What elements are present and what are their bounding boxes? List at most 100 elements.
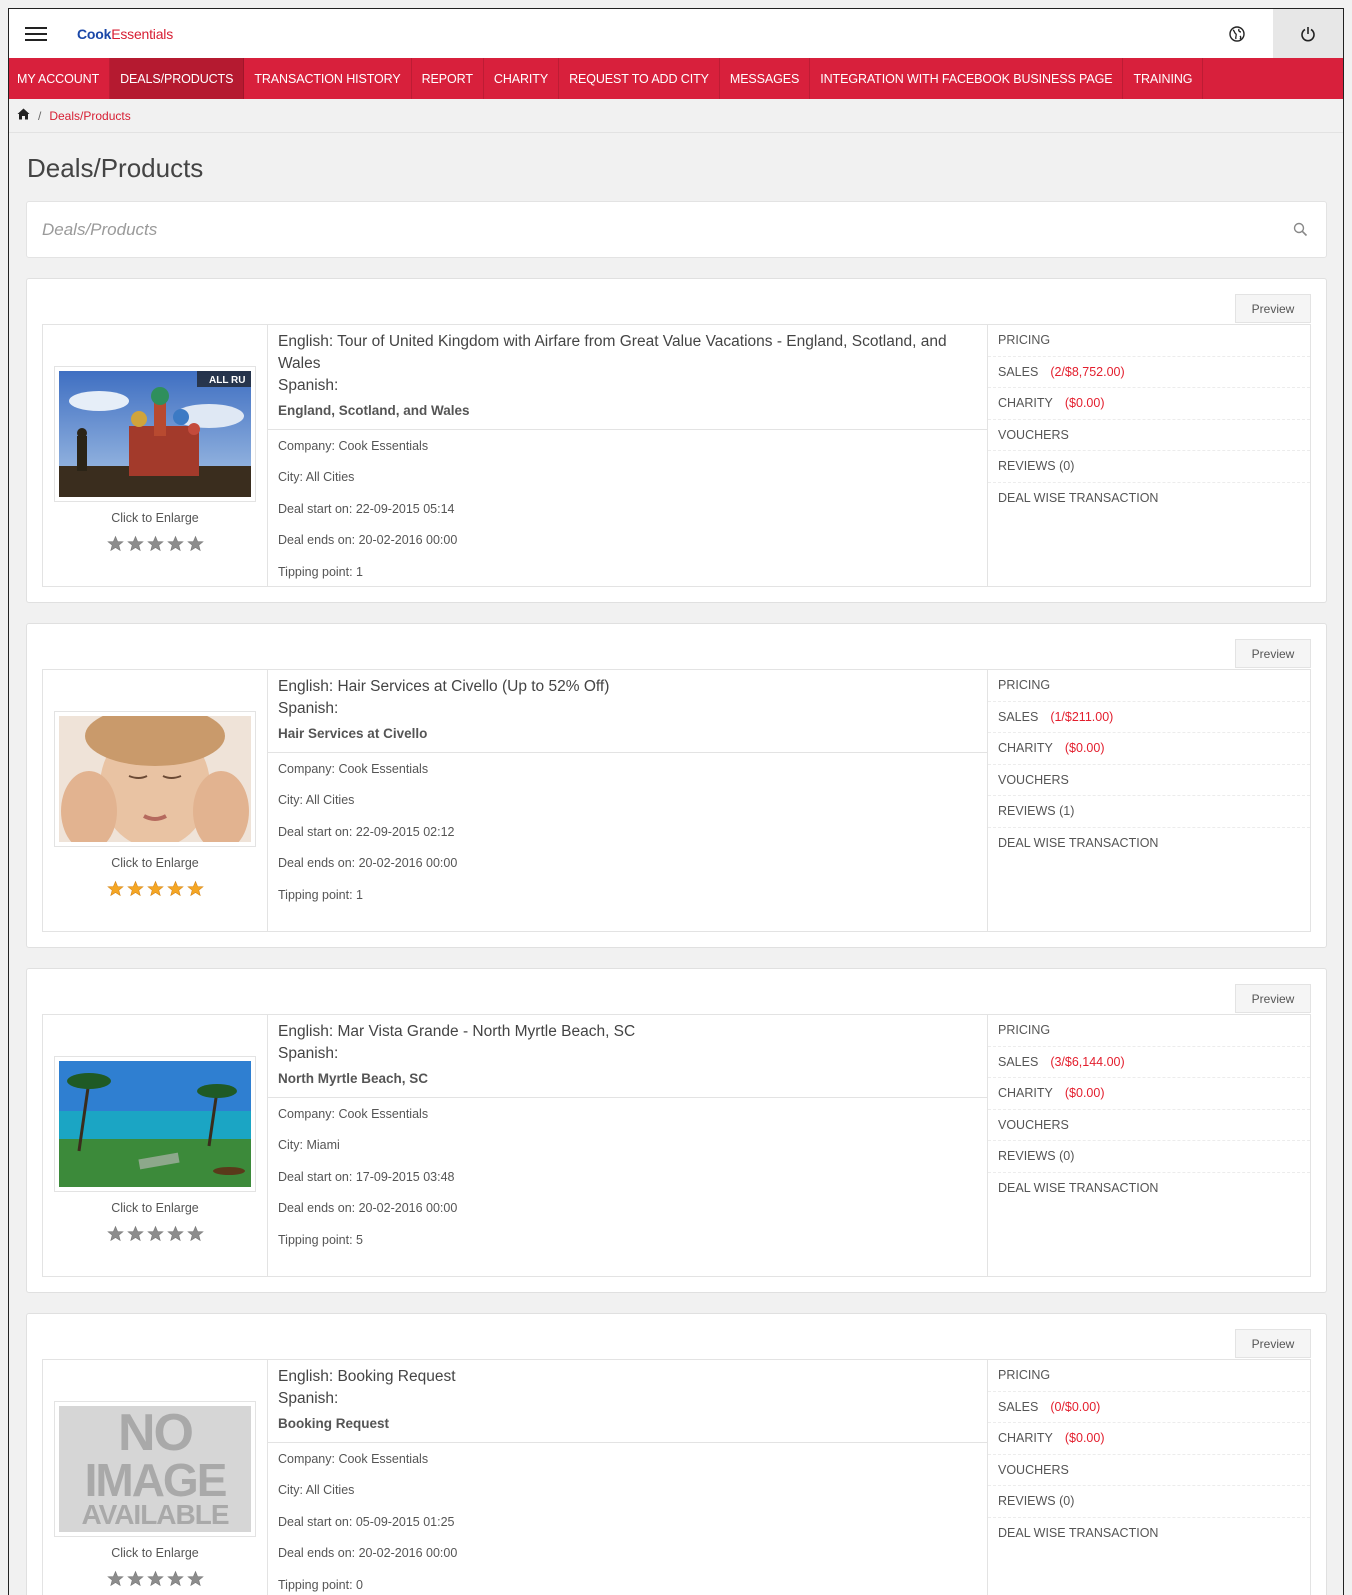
- power-logout-icon[interactable]: [1273, 9, 1343, 58]
- preview-button[interactable]: Preview: [1235, 294, 1311, 323]
- star-icon[interactable]: [126, 535, 144, 552]
- vouchers-link[interactable]: VOUCHERS: [988, 765, 1310, 796]
- deal-start-date: Deal start on: 17-09-2015 03:48: [278, 1169, 455, 1184]
- sales-link[interactable]: SALES (0/$0.00): [988, 1392, 1310, 1423]
- pricing-link[interactable]: PRICING: [988, 670, 1310, 702]
- preview-button[interactable]: Preview: [1235, 1329, 1311, 1358]
- charity-link[interactable]: CHARITY ($0.00): [988, 1078, 1310, 1110]
- deal-image-placeholder[interactable]: NO IMAGE AVAILABLE: [54, 1401, 256, 1537]
- deal-wise-transaction-link[interactable]: DEAL WISE TRANSACTION: [988, 483, 1310, 515]
- preview-button[interactable]: Preview: [1235, 984, 1311, 1013]
- no-image-text: IMAGE: [84, 1453, 228, 1506]
- sales-link[interactable]: SALES (1/$211.00): [988, 702, 1310, 733]
- nav-item-my-account[interactable]: MY ACCOUNT: [9, 58, 111, 99]
- deal-card: Preview: [26, 623, 1327, 948]
- reviews-link[interactable]: REVIEWS (0): [988, 451, 1310, 483]
- star-icon[interactable]: [146, 1225, 164, 1242]
- deal-company: Company: Cook Essentials: [278, 438, 429, 453]
- logo-text-essentials: Essentials: [111, 25, 174, 42]
- star-icon[interactable]: [106, 535, 124, 552]
- deal-image[interactable]: [54, 1056, 256, 1192]
- star-rating[interactable]: [43, 535, 267, 552]
- hamburger-menu-icon[interactable]: [25, 23, 47, 45]
- star-icon[interactable]: [146, 535, 164, 552]
- reviews-link[interactable]: REVIEWS (0): [988, 1141, 1310, 1173]
- star-icon[interactable]: [146, 1570, 164, 1587]
- deal-wise-transaction-link[interactable]: DEAL WISE TRANSACTION: [988, 1173, 1310, 1205]
- charity-value: ($0.00): [1064, 741, 1105, 756]
- star-icon[interactable]: [166, 1225, 184, 1242]
- vouchers-link[interactable]: VOUCHERS: [988, 1110, 1310, 1141]
- home-icon[interactable]: [17, 108, 30, 123]
- deal-title-english: English: Mar Vista Grande - North Myrtle…: [278, 1023, 636, 1040]
- deal-image[interactable]: ALL RU: [54, 366, 256, 502]
- deal-image[interactable]: [54, 711, 256, 847]
- deal-card: Preview NO IMAGE AVAILABLE Click to Enla…: [26, 1313, 1327, 1595]
- nav-item-charity[interactable]: CHARITY: [484, 58, 560, 99]
- deal-wise-transaction-link[interactable]: DEAL WISE TRANSACTION: [988, 828, 1310, 860]
- deal-title-spanish: Spanish:: [278, 700, 339, 717]
- pricing-link[interactable]: PRICING: [988, 325, 1310, 357]
- pricing-link[interactable]: PRICING: [988, 1360, 1310, 1392]
- sales-value: (3/$6,144.00): [1050, 1054, 1125, 1069]
- nav-item-messages[interactable]: MESSAGES: [720, 58, 811, 99]
- deal-city: City: Miami: [278, 1138, 340, 1153]
- reviews-link[interactable]: REVIEWS (1): [988, 796, 1310, 828]
- click-to-enlarge[interactable]: Click to Enlarge: [43, 856, 267, 870]
- star-icon[interactable]: [166, 535, 184, 552]
- star-icon[interactable]: [186, 1570, 204, 1587]
- star-icon[interactable]: [186, 1225, 204, 1242]
- star-rating[interactable]: [43, 880, 267, 897]
- sales-value: (0/$0.00): [1050, 1399, 1101, 1414]
- search-icon[interactable]: [1293, 222, 1308, 242]
- star-icon[interactable]: [126, 1570, 144, 1587]
- reviews-link[interactable]: REVIEWS (0): [988, 1486, 1310, 1518]
- star-icon[interactable]: [186, 535, 204, 552]
- deal-end-date: Deal ends on: 20-02-2016 00:00: [278, 1546, 458, 1561]
- click-to-enlarge[interactable]: Click to Enlarge: [43, 1201, 267, 1215]
- sales-link[interactable]: SALES (2/$8,752.00): [988, 357, 1310, 388]
- deal-tipping-point: Tipping point: 0: [278, 1577, 364, 1592]
- deal-city: City: All Cities: [278, 470, 355, 485]
- star-icon[interactable]: [166, 1570, 184, 1587]
- app-logo[interactable]: CookEssentials: [77, 26, 173, 42]
- star-icon[interactable]: [126, 880, 144, 897]
- nav-item-facebook-integration[interactable]: INTEGRATION WITH FACEBOOK BUSINESS PAGE: [810, 58, 1124, 99]
- deal-tipping-point: Tipping point: 1: [278, 887, 364, 902]
- star-icon[interactable]: [126, 1225, 144, 1242]
- click-to-enlarge[interactable]: Click to Enlarge: [43, 511, 267, 525]
- vouchers-link[interactable]: VOUCHERS: [988, 1455, 1310, 1486]
- deal-wise-transaction-link[interactable]: DEAL WISE TRANSACTION: [988, 1518, 1310, 1550]
- preview-button[interactable]: Preview: [1235, 639, 1311, 668]
- deal-title-spanish: Spanish:: [278, 377, 339, 394]
- star-icon[interactable]: [186, 880, 204, 897]
- sales-link[interactable]: SALES (3/$6,144.00): [988, 1047, 1310, 1078]
- charity-link[interactable]: CHARITY ($0.00): [988, 1423, 1310, 1455]
- charity-link[interactable]: CHARITY ($0.00): [988, 388, 1310, 420]
- nav-item-transaction-history[interactable]: TRANSACTION HISTORY: [244, 58, 412, 99]
- nav-item-report[interactable]: REPORT: [412, 58, 484, 99]
- vouchers-link[interactable]: VOUCHERS: [988, 420, 1310, 451]
- nav-item-request-to-add-city[interactable]: REQUEST TO ADD CITY: [559, 58, 720, 99]
- pricing-link[interactable]: PRICING: [988, 1015, 1310, 1047]
- deal-subtitle: Booking Request: [278, 1416, 390, 1431]
- star-icon[interactable]: [106, 1225, 124, 1242]
- star-icon[interactable]: [106, 1570, 124, 1587]
- nav-item-training[interactable]: TRAINING: [1123, 58, 1204, 99]
- search-input[interactable]: [27, 219, 1197, 240]
- deal-title-english: English: Tour of United Kingdom with Air…: [278, 333, 947, 372]
- image-caption-text: ALL RU: [209, 375, 245, 386]
- breadcrumb-current[interactable]: Deals/Products: [49, 109, 130, 123]
- nav-item-deals-products[interactable]: DEALS/PRODUCTS: [110, 58, 245, 99]
- deal-subtitle: England, Scotland, and Wales: [278, 403, 470, 418]
- star-icon[interactable]: [106, 880, 124, 897]
- deal-end-date: Deal ends on: 20-02-2016 00:00: [278, 533, 458, 548]
- click-to-enlarge[interactable]: Click to Enlarge: [43, 1546, 267, 1560]
- star-rating[interactable]: [43, 1570, 267, 1587]
- star-icon[interactable]: [166, 880, 184, 897]
- sales-label: SALES: [998, 1054, 1039, 1069]
- globe-icon[interactable]: [1219, 9, 1255, 58]
- charity-link[interactable]: CHARITY ($0.00): [988, 733, 1310, 765]
- star-rating[interactable]: [43, 1225, 267, 1242]
- star-icon[interactable]: [146, 880, 164, 897]
